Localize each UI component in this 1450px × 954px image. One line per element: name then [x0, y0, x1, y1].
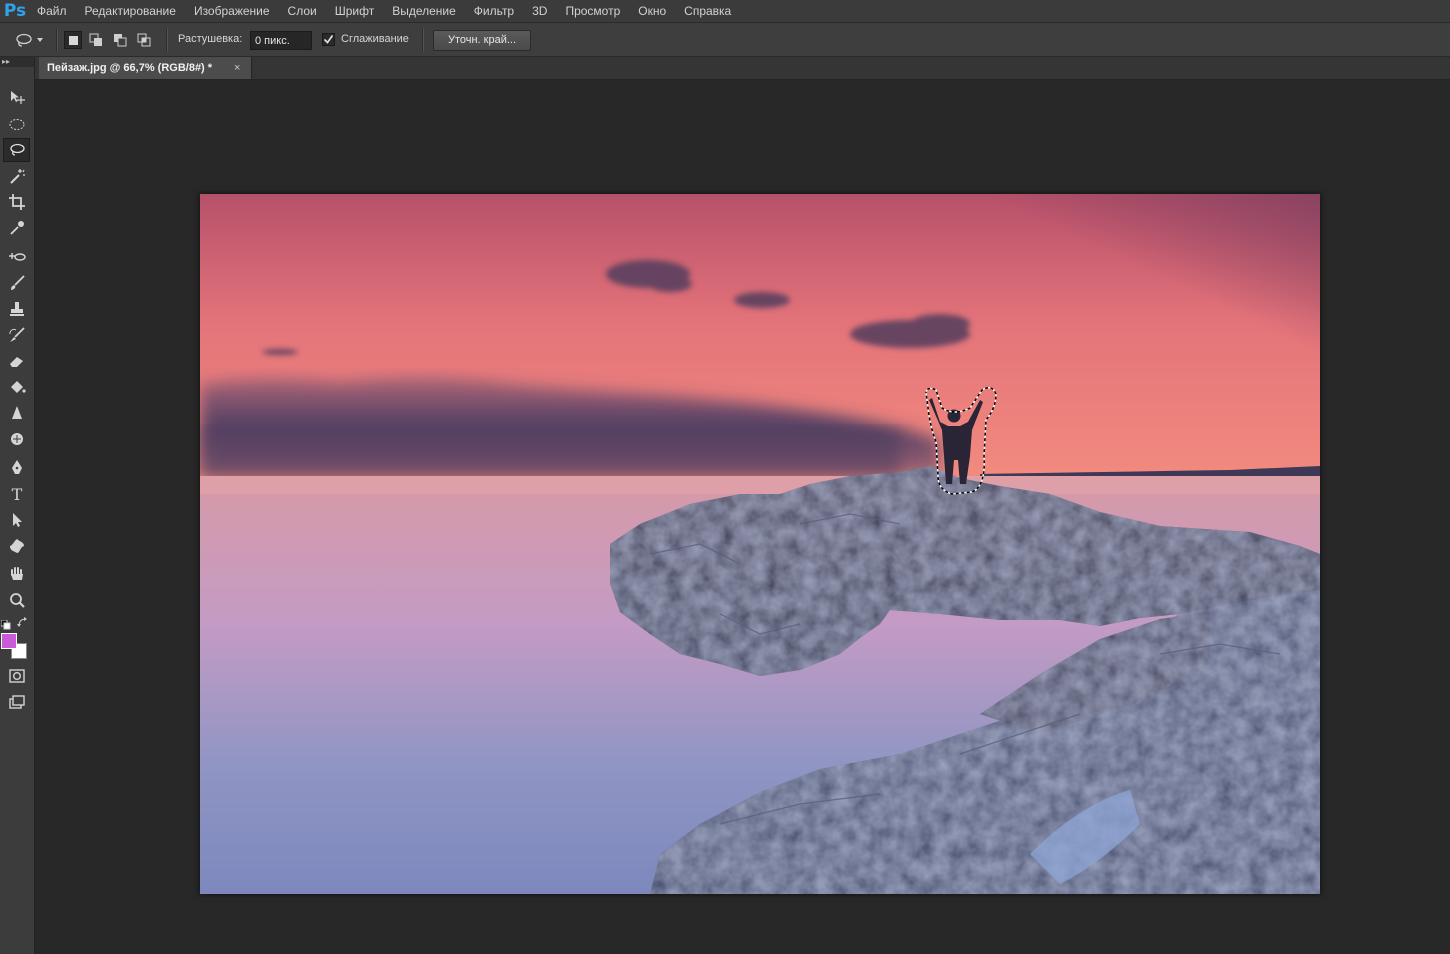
swap-colors-icon[interactable]	[17, 615, 28, 627]
menu-3d[interactable]: 3D	[523, 0, 556, 22]
menu-help[interactable]: Справка	[675, 0, 740, 22]
default-colors-icon[interactable]	[0, 617, 11, 630]
intersect-selection-icon[interactable]	[136, 31, 154, 49]
clone-stamp-tool-icon[interactable]	[3, 297, 30, 321]
feather-label: Растушевка:	[178, 33, 243, 45]
subtract-from-selection-icon[interactable]	[112, 31, 130, 49]
options-bar: Растушевка: Сглаживание Уточн. край...	[0, 23, 1450, 57]
svg-text:T: T	[11, 485, 22, 503]
crop-tool-icon[interactable]	[3, 190, 30, 214]
document-tab[interactable]: Пейзаж.jpg @ 66,7% (RGB/8#) * ×	[39, 57, 252, 79]
custom-shape-tool-icon[interactable]	[3, 534, 30, 558]
menu-bar: Ps Файл Редактирование Изображение Слои …	[0, 0, 1450, 23]
magic-wand-tool-icon[interactable]	[3, 164, 30, 188]
paint-bucket-tool-icon[interactable]	[3, 375, 30, 399]
sharpen-tool-icon[interactable]	[3, 401, 30, 425]
photoshop-logo: Ps	[3, 1, 27, 21]
menu-layer[interactable]: Слои	[279, 0, 326, 22]
eraser-tool-icon[interactable]	[3, 349, 30, 373]
lasso-tool-icon[interactable]	[3, 138, 30, 162]
menu-window[interactable]: Окно	[629, 0, 675, 22]
new-selection-icon[interactable]	[64, 31, 82, 49]
foreground-color-swatch[interactable]	[1, 633, 17, 649]
antialias-checkbox[interactable]	[322, 33, 335, 46]
add-to-selection-icon[interactable]	[88, 31, 106, 49]
zoom-tool-icon[interactable]	[3, 588, 30, 612]
elliptical-marquee-tool-icon[interactable]	[3, 112, 30, 136]
separator	[422, 29, 423, 51]
brush-tool-icon[interactable]	[3, 271, 30, 295]
quick-mask-icon[interactable]	[3, 664, 30, 688]
history-brush-tool-icon[interactable]	[3, 323, 30, 347]
move-tool-icon[interactable]	[3, 85, 30, 109]
menu-type[interactable]: Шрифт	[326, 0, 383, 22]
separator	[166, 29, 167, 51]
menu-file[interactable]: Файл	[28, 0, 76, 22]
feather-input[interactable]	[250, 31, 312, 50]
menu-image[interactable]: Изображение	[185, 0, 279, 22]
separator	[56, 29, 57, 51]
hand-tool-icon[interactable]	[3, 562, 30, 586]
dodge-tool-icon[interactable]	[3, 427, 30, 451]
menu-filter[interactable]: Фильтр	[465, 0, 523, 22]
path-selection-tool-icon[interactable]	[3, 508, 30, 532]
eyedropper-tool-icon[interactable]	[3, 216, 30, 240]
screen-mode-icon[interactable]	[3, 691, 30, 715]
lasso-preset-icon[interactable]	[14, 31, 46, 49]
menu-select[interactable]: Выделение	[383, 0, 465, 22]
document-tab-strip: Пейзаж.jpg @ 66,7% (RGB/8#) * ×	[35, 57, 1450, 80]
landscape-photo[interactable]	[200, 194, 1320, 894]
menu-view[interactable]: Просмотр	[556, 0, 629, 22]
pen-tool-icon[interactable]	[3, 455, 30, 479]
close-tab-icon[interactable]: ×	[234, 57, 240, 79]
tools-panel: ▸▸ T	[0, 57, 35, 954]
antialias-label: Сглаживание	[341, 33, 409, 45]
spot-healing-tool-icon[interactable]	[3, 245, 30, 269]
document-tab-title: Пейзаж.jpg @ 66,7% (RGB/8#) *	[47, 62, 213, 74]
panel-collapse-icon[interactable]: ▸▸	[0, 57, 34, 67]
menu-edit[interactable]: Редактирование	[76, 0, 185, 22]
refine-edge-button[interactable]: Уточн. край...	[433, 30, 531, 51]
type-tool-icon[interactable]: T	[3, 482, 30, 506]
